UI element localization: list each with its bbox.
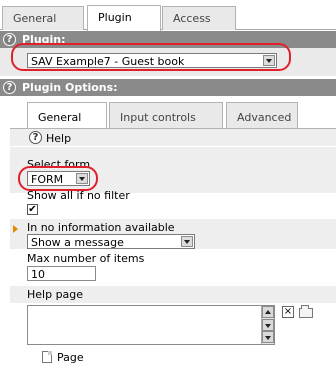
no-info-value: Show a message [31, 236, 124, 249]
tab-plugin[interactable]: Plugin [87, 5, 161, 31]
clear-icon[interactable]: × [282, 306, 294, 318]
required-marker-icon [13, 225, 18, 233]
help-label: Help [46, 132, 72, 145]
help-icon[interactable]: ? [3, 33, 16, 46]
highlight-oval [18, 166, 98, 191]
help-page-field[interactable] [27, 305, 275, 345]
show-all-checkbox[interactable]: ✔ [27, 204, 38, 215]
scrollbar[interactable] [261, 306, 274, 344]
page-icon [42, 351, 52, 363]
highlight-oval [11, 43, 291, 71]
folder-icon[interactable] [299, 305, 313, 318]
help-icon[interactable]: ? [29, 131, 42, 144]
page-link[interactable]: Page [57, 351, 84, 364]
tab-access[interactable]: Access [162, 6, 236, 30]
scroll-up-icon[interactable] [262, 306, 274, 318]
max-items-label: Max number of items [27, 252, 145, 265]
tab-inner-general[interactable]: General [27, 102, 107, 129]
chevron-down-icon[interactable] [181, 236, 193, 247]
help-page-label: Help page [27, 288, 84, 301]
max-items-input[interactable]: 10 [27, 266, 96, 281]
no-info-label: In no information available [27, 221, 175, 234]
tab-advanced[interactable]: Advanced [226, 102, 298, 128]
no-info-dropdown[interactable]: Show a message [27, 234, 195, 249]
scroll-mid-icon[interactable] [262, 319, 274, 331]
options-section-header: ? Plugin Options: [0, 79, 336, 96]
top-tab-bar: General Plugin Access [0, 0, 336, 31]
scroll-down-icon[interactable] [262, 331, 274, 343]
options-section-title: Plugin Options: [22, 81, 118, 94]
show-all-label: Show all if no filter [27, 189, 130, 202]
help-icon[interactable]: ? [3, 81, 16, 94]
tab-general[interactable]: General [2, 6, 84, 30]
tab-input-controls[interactable]: Input controls [109, 102, 223, 128]
